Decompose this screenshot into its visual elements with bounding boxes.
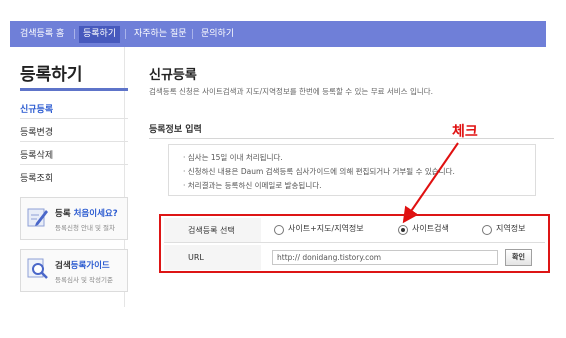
search-type-label: 검색등록 선택 [164, 218, 261, 242]
sidebar-item-view-registration[interactable]: 등록조회 [20, 171, 53, 184]
radio-label[interactable]: 사이트+지도/지역정보 [288, 223, 364, 234]
sidebar: 등록하기 신규등록 등록변경 등록삭제 등록조회 등록 처음이세요? 등록신청 … [10, 47, 128, 307]
notice-box: · 심사는 15일 이내 처리됩니다. · 신청하신 내용은 Daum 검색등록… [168, 144, 536, 196]
url-label: URL [164, 245, 261, 270]
promo-first-time-guide[interactable]: 등록 처음이세요? 등록신청 안내 및 절차 [20, 197, 128, 240]
nav-separator [74, 29, 75, 39]
annotation-label: 체크 [452, 124, 478, 140]
nav-separator [125, 29, 126, 39]
nav-separator [192, 29, 193, 39]
notice-line: · 처리결과는 등록하신 이메일로 발송됩니다. [183, 181, 322, 190]
url-row: URL http:// donidang.tistory.com 확인 [164, 245, 545, 270]
sidebar-divider [20, 118, 128, 119]
section-divider [149, 138, 554, 139]
promo-title: 검색등록가이드 [55, 261, 110, 271]
search-type-row: 검색등록 선택 사이트+지도/지역정보 사이트검색 지역정보 [164, 218, 545, 243]
radio-local-info[interactable] [482, 225, 492, 235]
promo-subtitle: 등록신청 안내 및 절차 [55, 224, 116, 232]
top-navigation-bar: 검색등록 홈 등록하기 자주하는 질문 문의하기 [10, 21, 546, 47]
registration-form-highlight: 검색등록 선택 사이트+지도/지역정보 사이트검색 지역정보 URL http:… [159, 214, 550, 273]
page-title: 신규등록 [149, 68, 197, 83]
notice-line: · 신청하신 내용은 Daum 검색등록 심사가이드에 의해 편집되거나 거부될… [183, 167, 455, 176]
sidebar-title-underline [20, 88, 128, 91]
magnifier-icon [27, 258, 48, 279]
promo-registration-guide[interactable]: 검색등록가이드 등록심사 및 작성기준 [20, 249, 128, 292]
nav-item-faq[interactable]: 자주하는 질문 [130, 26, 191, 43]
nav-item-search-registration-home[interactable]: 검색등록 홈 [16, 26, 68, 43]
sidebar-title: 등록하기 [20, 65, 83, 85]
sidebar-divider [20, 141, 128, 142]
nav-item-register[interactable]: 등록하기 [79, 26, 121, 43]
confirm-button[interactable]: 확인 [505, 249, 532, 266]
radio-label[interactable]: 지역정보 [496, 223, 525, 234]
promo-subtitle: 등록심사 및 작성기준 [55, 276, 113, 284]
sidebar-item-delete-registration[interactable]: 등록삭제 [20, 148, 53, 161]
radio-site-search[interactable] [398, 225, 408, 235]
sidebar-item-modify-registration[interactable]: 등록변경 [20, 125, 53, 138]
radio-label[interactable]: 사이트검색 [412, 223, 449, 234]
url-input[interactable]: http:// donidang.tistory.com [272, 250, 498, 265]
radio-site-and-map[interactable] [274, 225, 284, 235]
promo-title: 등록 처음이세요? [55, 209, 118, 219]
nav-item-contact[interactable]: 문의하기 [197, 26, 238, 43]
section-title: 등록정보 입력 [149, 125, 202, 135]
page-description: 검색등록 신청은 사이트검색과 지도/지역정보를 한번에 등록할 수 있는 무료… [149, 87, 434, 96]
sidebar-divider [20, 164, 128, 165]
notice-line: · 심사는 15일 이내 처리됩니다. [183, 153, 283, 162]
pencil-icon [27, 208, 48, 227]
sidebar-item-new-registration[interactable]: 신규등록 [20, 102, 53, 115]
